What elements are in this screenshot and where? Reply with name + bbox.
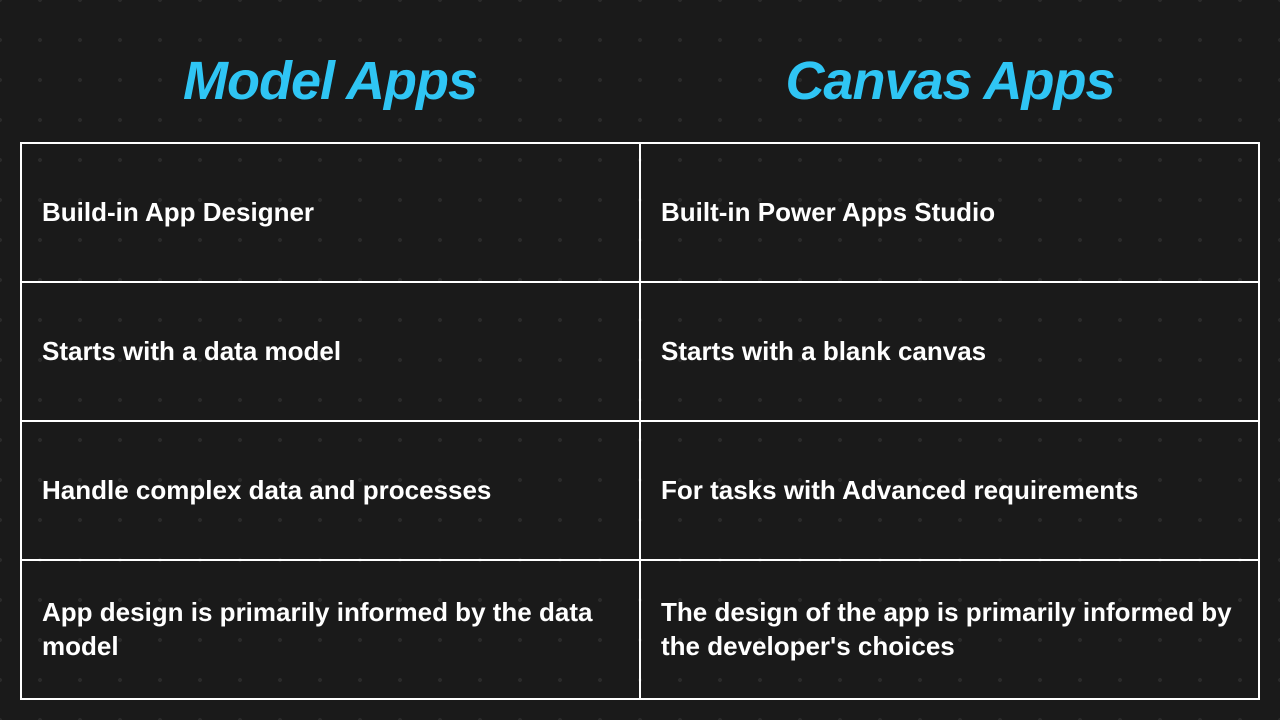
table-cell-left: App design is primarily informed by the … [22, 561, 639, 698]
comparison-table: Build-in App Designer Built-in Power App… [20, 142, 1260, 700]
header-row: Model Apps Canvas Apps [20, 50, 1260, 112]
table-cell-right: The design of the app is primarily infor… [639, 561, 1258, 698]
column-header-left: Model Apps [20, 50, 640, 112]
table-row: Handle complex data and processes For ta… [22, 420, 1258, 559]
table-row: App design is primarily informed by the … [22, 559, 1258, 698]
table-cell-left: Build-in App Designer [22, 144, 639, 281]
table-cell-left: Handle complex data and processes [22, 422, 639, 559]
table-row: Starts with a data model Starts with a b… [22, 281, 1258, 420]
table-row: Build-in App Designer Built-in Power App… [22, 144, 1258, 281]
table-cell-left: Starts with a data model [22, 283, 639, 420]
table-cell-right: Starts with a blank canvas [639, 283, 1258, 420]
table-cell-right: For tasks with Advanced requirements [639, 422, 1258, 559]
column-header-right: Canvas Apps [640, 50, 1260, 112]
table-cell-right: Built-in Power Apps Studio [639, 144, 1258, 281]
